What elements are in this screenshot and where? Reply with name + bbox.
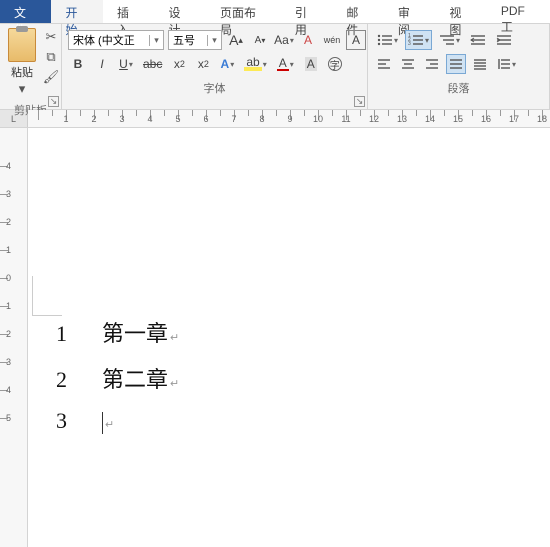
multilevel-list-button[interactable]: ▾ — [436, 30, 463, 50]
tab-view[interactable]: 视图 — [435, 0, 486, 23]
numbered-list[interactable]: 1 第一章↵ 2 第二章↵ 3 ↵ — [56, 316, 179, 448]
paragraph-mark-icon: ↵ — [105, 419, 114, 431]
font-size-select[interactable]: 五号▾ — [168, 30, 222, 50]
font-color-button[interactable]: A▾ — [274, 54, 297, 74]
list-item[interactable]: 2 第二章↵ — [56, 362, 179, 394]
phonetic-guide-button[interactable]: wén — [322, 30, 342, 50]
grow-font-button[interactable]: A▴ — [226, 30, 246, 50]
tab-design[interactable]: 设计 — [154, 0, 205, 23]
svg-text:3: 3 — [408, 41, 411, 47]
decrease-indent-button[interactable] — [467, 30, 489, 50]
clipboard-icon — [8, 28, 36, 62]
shrink-font-button[interactable]: A▾ — [250, 30, 270, 50]
align-center-button[interactable] — [398, 54, 418, 74]
enclose-characters-button[interactable]: 字 — [325, 54, 345, 74]
list-number: 2 — [56, 367, 102, 393]
strikethrough-button[interactable]: abc — [140, 54, 165, 74]
paragraph-mark-icon: ↵ — [170, 332, 179, 344]
bold-button[interactable]: B — [68, 54, 88, 74]
increase-indent-button[interactable] — [493, 30, 515, 50]
list-text[interactable]: 第一章↵ — [102, 316, 179, 348]
list-text[interactable]: ↵ — [102, 408, 114, 434]
clipboard-launcher[interactable]: ↘ — [48, 96, 59, 107]
group-paragraph: ▾ 123▾ ▾ ▾ 段落 — [368, 24, 550, 109]
subscript-button[interactable]: x2 — [169, 54, 189, 74]
bullets-button[interactable]: ▾ — [374, 30, 401, 50]
tab-pdf[interactable]: PDF工 — [487, 0, 550, 23]
ribbon: 粘贴 ▾ ✂ ⧉ 🖌 剪贴板 ↘ 宋体 (中文正▾ 五号▾ A▴ A▾ Aa▾ … — [0, 24, 550, 110]
cut-button[interactable]: ✂ — [42, 28, 60, 46]
align-left-button[interactable] — [374, 54, 394, 74]
horizontal-ruler-area: L 123456789101112131415161718 — [0, 110, 550, 128]
paragraph-mark-icon: ↵ — [170, 378, 179, 390]
format-painter-button[interactable]: 🖌 — [42, 68, 60, 86]
document-area: 4321012345 1 第一章↵ 2 第二章↵ 3 ↵ — [0, 128, 550, 547]
line-spacing-button[interactable]: ▾ — [494, 54, 519, 74]
list-item[interactable]: 1 第一章↵ — [56, 316, 179, 348]
page-viewport[interactable]: 1 第一章↵ 2 第二章↵ 3 ↵ — [28, 128, 550, 547]
underline-button[interactable]: U▾ — [116, 54, 136, 74]
paste-button[interactable]: 粘贴 — [11, 64, 33, 80]
clear-format-button[interactable]: A — [298, 30, 318, 50]
group-font: 宋体 (中文正▾ 五号▾ A▴ A▾ Aa▾ A wén A B I U▾ ab… — [62, 24, 368, 109]
tab-file[interactable]: 文件 — [0, 0, 51, 23]
character-border-button[interactable]: A — [346, 30, 366, 50]
font-launcher[interactable]: ↘ — [354, 96, 365, 107]
tab-insert[interactable]: 插入 — [103, 0, 154, 23]
tab-layout[interactable]: 页面布局 — [206, 0, 281, 23]
change-case-button[interactable]: Aa▾ — [274, 30, 294, 50]
tab-review[interactable]: 审阅 — [384, 0, 435, 23]
character-shading-button[interactable]: A — [301, 54, 321, 74]
horizontal-ruler[interactable]: 123456789101112131415161718 — [28, 110, 550, 127]
ribbon-tabs: 文件 开始 插入 设计 页面布局 引用 邮件 审阅 视图 PDF工 — [0, 0, 550, 24]
font-group-label: 字体 — [66, 78, 363, 98]
tab-references[interactable]: 引用 — [281, 0, 332, 23]
vertical-ruler[interactable]: 4321012345 — [0, 128, 28, 547]
group-clipboard: 粘贴 ▾ ✂ ⧉ 🖌 剪贴板 ↘ — [0, 24, 62, 109]
align-right-button[interactable] — [422, 54, 442, 74]
list-text[interactable]: 第二章↵ — [102, 362, 179, 394]
paragraph-group-label: 段落 — [372, 78, 545, 98]
text-effects-button[interactable]: A▾ — [217, 54, 237, 74]
font-name-select[interactable]: 宋体 (中文正▾ — [68, 30, 164, 50]
justify-button[interactable] — [446, 54, 466, 74]
numbering-button[interactable]: 123▾ — [405, 30, 432, 50]
text-cursor — [102, 412, 103, 434]
italic-button[interactable]: I — [92, 54, 112, 74]
paste-dropdown[interactable]: ▾ — [13, 80, 31, 98]
copy-button[interactable]: ⧉ — [42, 48, 60, 66]
superscript-button[interactable]: x2 — [193, 54, 213, 74]
margin-guide — [32, 276, 62, 316]
distributed-button[interactable] — [470, 54, 490, 74]
tab-home[interactable]: 开始 — [51, 0, 102, 23]
tab-mailings[interactable]: 邮件 — [332, 0, 383, 23]
page: 1 第一章↵ 2 第二章↵ 3 ↵ — [32, 146, 550, 547]
list-number: 1 — [56, 321, 102, 347]
highlight-button[interactable]: ab▾ — [241, 54, 269, 74]
list-number: 3 — [56, 408, 102, 434]
list-item[interactable]: 3 ↵ — [56, 408, 179, 434]
